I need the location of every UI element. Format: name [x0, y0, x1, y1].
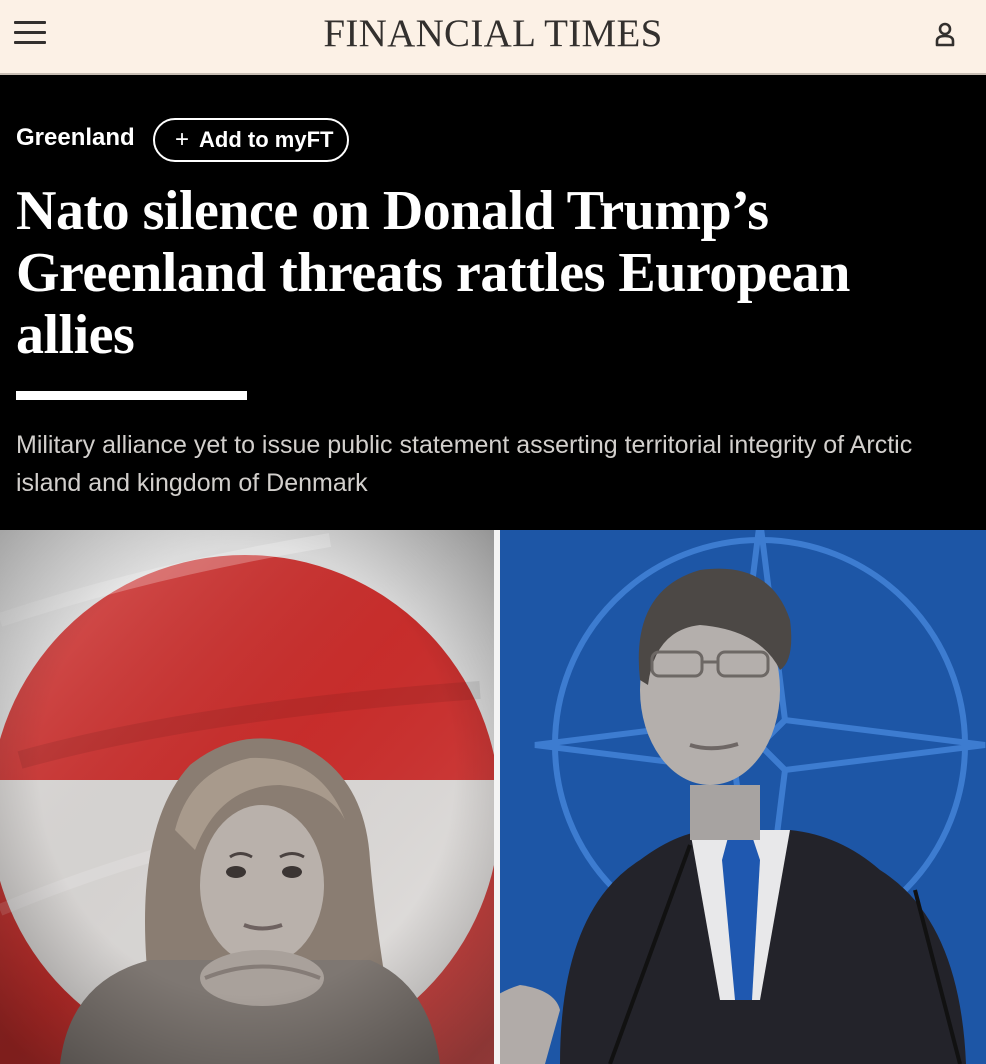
- add-to-myft-label: Add to myFT: [199, 127, 334, 152]
- topic-link[interactable]: Greenland: [16, 124, 135, 152]
- brand-logo[interactable]: FINANCIAL TIMES: [0, 11, 986, 56]
- article-standfirst: Military alliance yet to issue public st…: [16, 431, 913, 497]
- greenland-flag-panel: [0, 530, 494, 1064]
- plus-icon: +: [175, 126, 190, 153]
- article-headline: Nato silence on Donald Trump’s Greenland…: [16, 180, 850, 366]
- nato-panel: [500, 530, 986, 1064]
- user-account-icon[interactable]: [930, 20, 960, 50]
- add-to-myft-button[interactable]: + Add to myFT: [153, 118, 349, 162]
- masthead: FINANCIAL TIMES: [0, 0, 986, 75]
- hero-image: [0, 530, 986, 1064]
- headline-divider: [16, 391, 247, 400]
